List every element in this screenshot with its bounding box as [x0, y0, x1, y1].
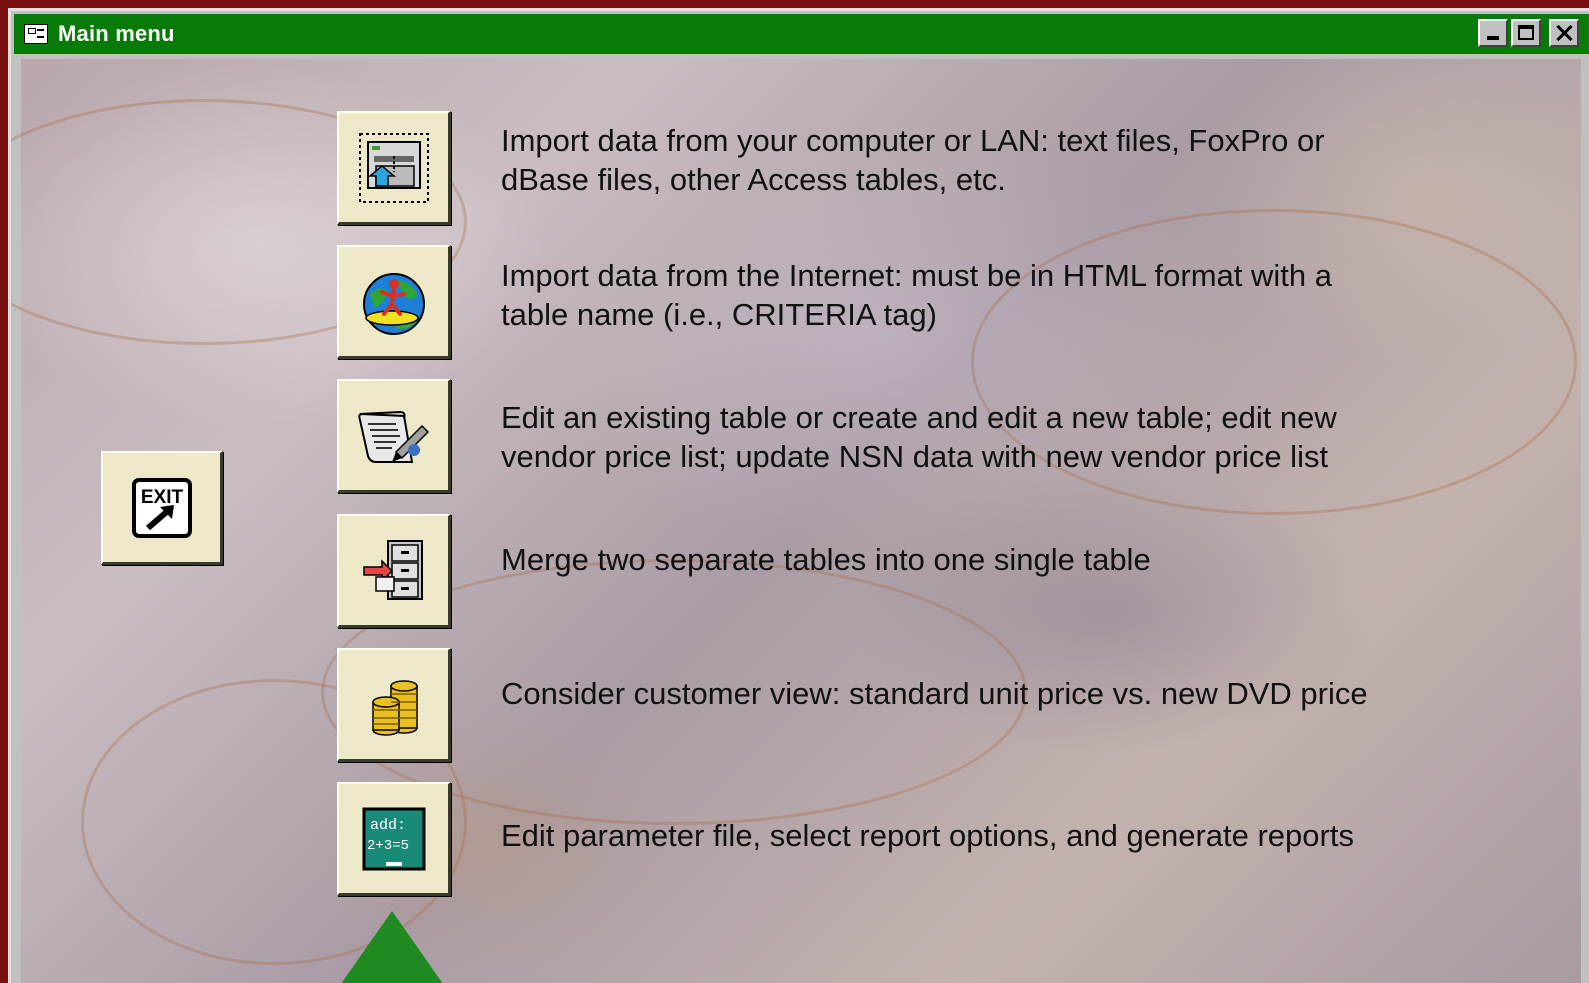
- exit-label: EXIT: [140, 487, 183, 508]
- window-title: Main menu: [58, 21, 175, 46]
- exit-button[interactable]: EXIT: [101, 451, 223, 565]
- minimize-button[interactable]: [1478, 19, 1508, 47]
- import-internet-button[interactable]: [337, 245, 451, 359]
- menu-label-customer-view: Consider customer view: standard unit pr…: [501, 674, 1551, 713]
- label-line: vendor price list; update NSN data with …: [501, 439, 1329, 474]
- close-button[interactable]: [1549, 19, 1579, 47]
- menu-label-reports: Edit parameter file, select report optio…: [501, 816, 1551, 855]
- merge-cabinet-icon: [362, 539, 423, 600]
- label-line: Import data from your computer or LAN: t…: [501, 123, 1325, 158]
- label-line: dBase files, other Access tables, etc.: [501, 162, 1006, 197]
- exit-icon: EXIT: [131, 477, 192, 538]
- green-triangle-marker: [336, 911, 448, 983]
- menu-label-import-file: Import data from your computer or LAN: t…: [501, 121, 1551, 199]
- chalkboard-line-2: 2+3=5: [367, 838, 409, 854]
- import-file-button[interactable]: [337, 111, 451, 225]
- main-menu-window: Main menu EXIT Import data from your com…: [8, 8, 1589, 983]
- menu-label-edit-table: Edit an existing table or create and edi…: [501, 398, 1551, 476]
- edit-table-button[interactable]: [337, 379, 451, 493]
- label-line: Merge two separate tables into one singl…: [501, 542, 1151, 577]
- customer-view-button[interactable]: [337, 648, 451, 762]
- menu-label-import-internet: Import data from the Internet: must be i…: [501, 256, 1551, 334]
- edit-table-scroll-icon: [357, 410, 429, 463]
- import-file-icon: [358, 132, 429, 203]
- internet-surfer-globe-icon: [362, 272, 425, 335]
- title-bar[interactable]: Main menu: [14, 14, 1589, 54]
- chalkboard-add-icon: add: 2+3=5: [362, 807, 425, 870]
- menu-label-merge-tables: Merge two separate tables into one singl…: [501, 540, 1551, 579]
- chalkboard-line-1: add:: [370, 817, 406, 834]
- label-line: Edit parameter file, select report optio…: [501, 818, 1354, 853]
- coin-stacks-icon: [371, 679, 418, 736]
- form-icon[interactable]: [24, 24, 48, 44]
- label-line: Consider customer view: standard unit pr…: [501, 676, 1368, 711]
- label-line: table name (i.e., CRITERIA tag): [501, 297, 937, 332]
- label-line: Edit an existing table or create and edi…: [501, 400, 1337, 435]
- maximize-button[interactable]: [1511, 19, 1541, 47]
- label-line: Import data from the Internet: must be i…: [501, 258, 1333, 293]
- form-body: EXIT Import data from your computer or L…: [11, 59, 1581, 983]
- merge-tables-button[interactable]: [337, 514, 451, 628]
- reports-button[interactable]: add: 2+3=5: [337, 782, 451, 896]
